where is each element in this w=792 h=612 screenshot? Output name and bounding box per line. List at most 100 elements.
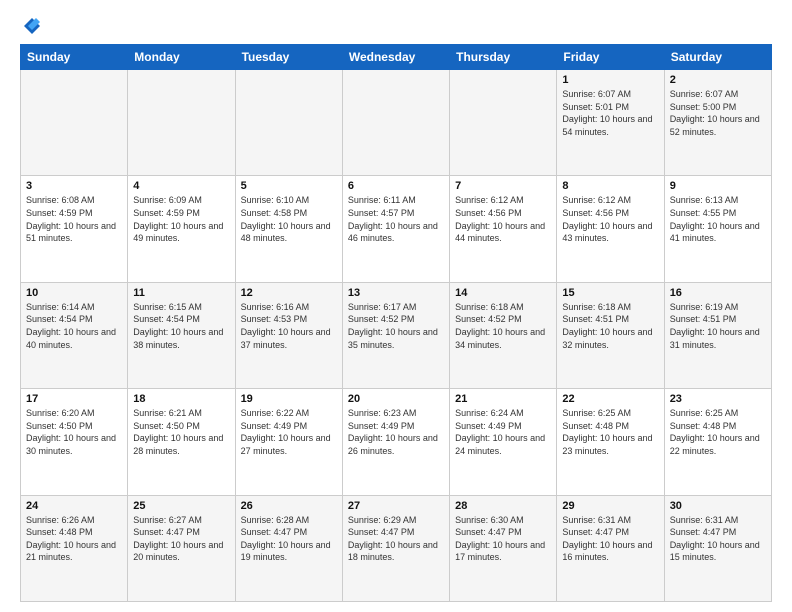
day-info: Sunrise: 6:12 AMSunset: 4:56 PMDaylight:…	[562, 194, 658, 244]
day-info: Sunrise: 6:31 AMSunset: 4:47 PMDaylight:…	[670, 514, 766, 564]
day-info: Sunrise: 6:26 AMSunset: 4:48 PMDaylight:…	[26, 514, 122, 564]
calendar-cell: 29Sunrise: 6:31 AMSunset: 4:47 PMDayligh…	[557, 495, 664, 601]
calendar-cell: 17Sunrise: 6:20 AMSunset: 4:50 PMDayligh…	[21, 389, 128, 495]
calendar-cell: 15 Sunrise: 6:18 AMSunset: 4:51 PMDayligh…	[557, 282, 664, 388]
calendar-cell: 13 Sunrise: 6:17 AMSunset: 4:52 PMDayligh…	[342, 282, 449, 388]
calendar-cell: 24 Sunrise: 6:26 AMSunset: 4:48 PMDayligh…	[21, 495, 128, 601]
calendar-cell: 20 Sunrise: 6:23 AMSunset: 4:49 PMDayligh…	[342, 389, 449, 495]
calendar-cell: 18Sunrise: 6:21 AMSunset: 4:50 PMDayligh…	[128, 389, 235, 495]
calendar-cell: 23 Sunrise: 6:25 AMSunset: 4:48 PMDayligh…	[664, 389, 771, 495]
calendar-cell	[21, 70, 128, 176]
day-info: Sunrise: 6:07 AMSunset: 5:01 PMDaylight:…	[562, 88, 658, 138]
day-info: Sunrise: 6:24 AMSunset: 4:49 PMDaylight:…	[455, 407, 551, 457]
day-info: Sunrise: 6:17 AMSunset: 4:52 PMDaylight:…	[348, 301, 444, 351]
day-number: 26	[241, 500, 337, 512]
day-info: Sunrise: 6:20 AMSunset: 4:50 PMDaylight:…	[26, 407, 122, 457]
day-info: Sunrise: 6:25 AMSunset: 4:48 PMDaylight:…	[562, 407, 658, 457]
calendar-cell: 10 Sunrise: 6:14 AMSunset: 4:54 PMDayligh…	[21, 282, 128, 388]
header	[20, 16, 772, 36]
calendar-cell: 12 Sunrise: 6:16 AMSunset: 4:53 PMDayligh…	[235, 282, 342, 388]
day-number: 12	[241, 287, 337, 299]
day-number: 3	[26, 180, 122, 192]
day-info: Sunrise: 6:11 AMSunset: 4:57 PMDaylight:…	[348, 194, 444, 244]
day-number: 7	[455, 180, 551, 192]
day-of-week-header: Thursday	[450, 45, 557, 70]
day-number: 28	[455, 500, 551, 512]
day-number: 16	[670, 287, 766, 299]
calendar-cell: 1 Sunrise: 6:07 AMSunset: 5:01 PMDaylight…	[557, 70, 664, 176]
calendar-cell	[450, 70, 557, 176]
calendar: SundayMondayTuesdayWednesdayThursdayFrid…	[20, 44, 772, 602]
day-number: 13	[348, 287, 444, 299]
calendar-cell: 5 Sunrise: 6:10 AMSunset: 4:58 PMDaylight…	[235, 176, 342, 282]
calendar-cell: 21 Sunrise: 6:24 AMSunset: 4:49 PMDayligh…	[450, 389, 557, 495]
calendar-cell: 25Sunrise: 6:27 AMSunset: 4:47 PMDayligh…	[128, 495, 235, 601]
day-number: 9	[670, 180, 766, 192]
day-info: Sunrise: 6:18 AMSunset: 4:52 PMDaylight:…	[455, 301, 551, 351]
calendar-cell: 14 Sunrise: 6:18 AMSunset: 4:52 PMDayligh…	[450, 282, 557, 388]
day-number: 29	[562, 500, 658, 512]
calendar-cell: 22 Sunrise: 6:25 AMSunset: 4:48 PMDayligh…	[557, 389, 664, 495]
calendar-cell: 6 Sunrise: 6:11 AMSunset: 4:57 PMDaylight…	[342, 176, 449, 282]
day-number: 8	[562, 180, 658, 192]
calendar-cell: 4Sunrise: 6:09 AMSunset: 4:59 PMDaylight…	[128, 176, 235, 282]
calendar-cell: 28 Sunrise: 6:30 AMSunset: 4:47 PMDayligh…	[450, 495, 557, 601]
calendar-cell	[342, 70, 449, 176]
day-of-week-header: Saturday	[664, 45, 771, 70]
day-number: 27	[348, 500, 444, 512]
day-of-week-header: Sunday	[21, 45, 128, 70]
day-info: Sunrise: 6:19 AMSunset: 4:51 PMDaylight:…	[670, 301, 766, 351]
day-info: Sunrise: 6:07 AMSunset: 5:00 PMDaylight:…	[670, 88, 766, 138]
page: SundayMondayTuesdayWednesdayThursdayFrid…	[0, 0, 792, 612]
day-number: 15	[562, 287, 658, 299]
day-info: Sunrise: 6:29 AMSunset: 4:47 PMDaylight:…	[348, 514, 444, 564]
day-info: Sunrise: 6:12 AMSunset: 4:56 PMDaylight:…	[455, 194, 551, 244]
calendar-cell: 26 Sunrise: 6:28 AMSunset: 4:47 PMDayligh…	[235, 495, 342, 601]
calendar-cell: 27 Sunrise: 6:29 AMSunset: 4:47 PMDayligh…	[342, 495, 449, 601]
day-of-week-header: Monday	[128, 45, 235, 70]
day-number: 14	[455, 287, 551, 299]
calendar-cell: 9 Sunrise: 6:13 AMSunset: 4:55 PMDaylight…	[664, 176, 771, 282]
day-info: Sunrise: 6:13 AMSunset: 4:55 PMDaylight:…	[670, 194, 766, 244]
day-number: 20	[348, 393, 444, 405]
calendar-cell: 8 Sunrise: 6:12 AMSunset: 4:56 PMDaylight…	[557, 176, 664, 282]
day-number: 21	[455, 393, 551, 405]
day-info: Sunrise: 6:27 AMSunset: 4:47 PMDaylight:…	[133, 514, 229, 564]
calendar-cell: 2Sunrise: 6:07 AMSunset: 5:00 PMDaylight…	[664, 70, 771, 176]
day-of-week-header: Friday	[557, 45, 664, 70]
calendar-cell	[128, 70, 235, 176]
day-info: Sunrise: 6:30 AMSunset: 4:47 PMDaylight:…	[455, 514, 551, 564]
calendar-cell: 3 Sunrise: 6:08 AMSunset: 4:59 PMDaylight…	[21, 176, 128, 282]
calendar-cell: 11Sunrise: 6:15 AMSunset: 4:54 PMDayligh…	[128, 282, 235, 388]
day-number: 23	[670, 393, 766, 405]
day-info: Sunrise: 6:25 AMSunset: 4:48 PMDaylight:…	[670, 407, 766, 457]
day-info: Sunrise: 6:16 AMSunset: 4:53 PMDaylight:…	[241, 301, 337, 351]
logo	[20, 16, 42, 36]
day-number: 5	[241, 180, 337, 192]
day-info: Sunrise: 6:23 AMSunset: 4:49 PMDaylight:…	[348, 407, 444, 457]
calendar-table: SundayMondayTuesdayWednesdayThursdayFrid…	[20, 44, 772, 602]
day-number: 11	[133, 287, 229, 299]
calendar-cell: 7 Sunrise: 6:12 AMSunset: 4:56 PMDaylight…	[450, 176, 557, 282]
day-number: 6	[348, 180, 444, 192]
logo-icon	[22, 16, 42, 36]
day-of-week-header: Wednesday	[342, 45, 449, 70]
day-number: 10	[26, 287, 122, 299]
day-info: Sunrise: 6:14 AMSunset: 4:54 PMDaylight:…	[26, 301, 122, 351]
day-info: Sunrise: 6:28 AMSunset: 4:47 PMDaylight:…	[241, 514, 337, 564]
day-info: Sunrise: 6:18 AMSunset: 4:51 PMDaylight:…	[562, 301, 658, 351]
calendar-cell	[235, 70, 342, 176]
day-number: 19	[241, 393, 337, 405]
calendar-cell: 30 Sunrise: 6:31 AMSunset: 4:47 PMDayligh…	[664, 495, 771, 601]
day-number: 22	[562, 393, 658, 405]
day-of-week-header: Tuesday	[235, 45, 342, 70]
calendar-cell: 16 Sunrise: 6:19 AMSunset: 4:51 PMDayligh…	[664, 282, 771, 388]
day-info: Sunrise: 6:08 AMSunset: 4:59 PMDaylight:…	[26, 194, 122, 244]
day-number: 30	[670, 500, 766, 512]
day-info: Sunrise: 6:09 AMSunset: 4:59 PMDaylight:…	[133, 194, 229, 244]
day-number: 24	[26, 500, 122, 512]
day-number: 1	[562, 74, 658, 86]
day-info: Sunrise: 6:22 AMSunset: 4:49 PMDaylight:…	[241, 407, 337, 457]
day-info: Sunrise: 6:10 AMSunset: 4:58 PMDaylight:…	[241, 194, 337, 244]
day-info: Sunrise: 6:21 AMSunset: 4:50 PMDaylight:…	[133, 407, 229, 457]
